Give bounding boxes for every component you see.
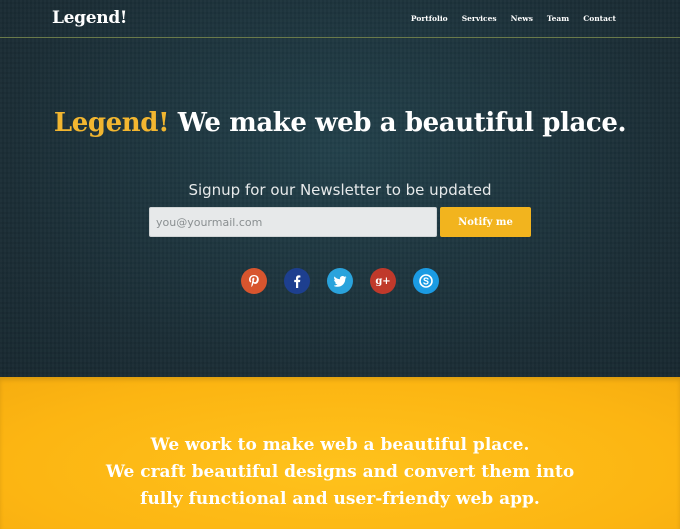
nav-link-services[interactable]: Services [462,14,497,23]
email-field[interactable] [149,207,437,237]
hero-section: Legend! Portfolio Services News Team Con… [0,0,680,377]
headline-text: We make web a beautiful place. [169,108,627,138]
pinterest-icon[interactable] [241,268,267,294]
brand-logo[interactable]: Legend! [52,8,127,28]
nav-link-team[interactable]: Team [547,14,569,23]
nav-link-portfolio[interactable]: Portfolio [411,14,448,23]
google-plus-icon[interactable]: g+ [370,268,396,294]
tagline-line-1: We work to make web a beautiful place. [150,435,530,455]
skype-icon[interactable] [413,268,439,294]
notify-button[interactable]: Notify me [440,207,531,237]
tagline-line-3: fully functional and user-friendy web ap… [140,489,540,509]
nav-link-news[interactable]: News [511,14,533,23]
twitter-icon[interactable] [327,268,353,294]
facebook-icon[interactable] [284,268,310,294]
navbar: Legend! Portfolio Services News Team Con… [0,0,680,38]
newsletter-label: Signup for our Newsletter to be updated [188,181,492,199]
nav-link-contact[interactable]: Contact [583,14,616,23]
tagline-line-2: We craft beautiful designs and convert t… [105,462,575,482]
google-plus-glyph: g+ [375,275,391,287]
headline-accent: Legend! [53,108,170,138]
nav-menu: Portfolio Services News Team Contact [411,14,616,23]
hero-headline: Legend! We make web a beautiful place. [0,108,680,138]
tagline-section: We work to make web a beautiful place. W… [0,377,680,529]
